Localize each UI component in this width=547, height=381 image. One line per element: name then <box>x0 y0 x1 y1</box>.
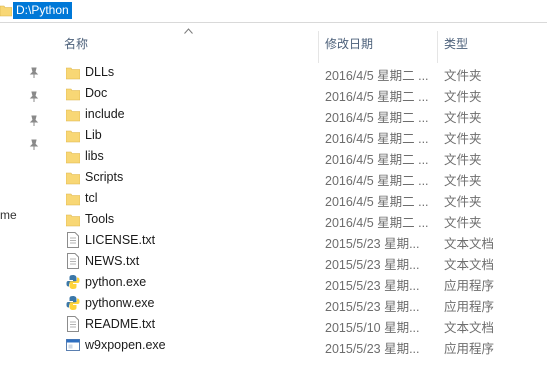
column-header-type[interactable]: 类型 <box>444 35 468 52</box>
pin-icon[interactable] <box>29 67 39 79</box>
column-divider[interactable] <box>318 31 319 63</box>
navigation-pane: me <box>0 23 46 381</box>
file-type: 应用程序 <box>444 279 495 293</box>
file-row[interactable]: python.exe 2015/5/23 星期... 应用程序 <box>46 272 547 293</box>
nav-item-label[interactable]: me <box>0 208 17 222</box>
file-row[interactable]: include 2016/4/5 星期二 ... 文件夹 <box>46 104 547 125</box>
file-date: 2015/5/10 星期... <box>325 321 420 335</box>
file-type: 文件夹 <box>444 174 482 188</box>
file-name: README.txt <box>85 317 156 331</box>
file-row[interactable]: Doc 2016/4/5 星期二 ... 文件夹 <box>46 83 547 104</box>
file-row[interactable]: Lib 2016/4/5 星期二 ... 文件夹 <box>46 125 547 146</box>
python-icon <box>66 296 80 310</box>
file-type: 文本文档 <box>444 258 495 272</box>
file-name: python.exe <box>85 275 147 289</box>
folder-icon <box>66 109 80 122</box>
folder-icon <box>66 67 80 80</box>
folder-icon <box>66 130 80 143</box>
file-date: 2015/5/23 星期... <box>325 258 420 272</box>
file-type: 文件夹 <box>444 111 482 125</box>
column-header: 名称 修改日期 类型 <box>46 23 547 63</box>
file-name: tcl <box>85 191 98 205</box>
file-date: 2016/4/5 星期二 ... <box>325 111 429 125</box>
file-date: 2016/4/5 星期二 ... <box>325 69 429 83</box>
file-name: DLLs <box>85 65 115 79</box>
pin-icon[interactable] <box>29 139 39 151</box>
file-type: 文本文档 <box>444 237 495 251</box>
file-type: 文件夹 <box>444 216 482 230</box>
file-type: 文件夹 <box>444 90 482 104</box>
file-date: 2016/4/5 星期二 ... <box>325 195 429 209</box>
folder-icon <box>66 214 80 227</box>
file-name: Scripts <box>85 170 124 184</box>
text-file-icon <box>67 232 79 248</box>
file-date: 2016/4/5 星期二 ... <box>325 132 429 146</box>
file-date: 2015/5/23 星期... <box>325 300 420 314</box>
file-date: 2015/5/23 星期... <box>325 279 420 293</box>
file-row[interactable]: DLLs 2016/4/5 星期二 ... 文件夹 <box>46 62 547 83</box>
file-name: LICENSE.txt <box>85 233 156 247</box>
file-row[interactable]: libs 2016/4/5 星期二 ... 文件夹 <box>46 146 547 167</box>
file-name: NEWS.txt <box>85 254 140 268</box>
text-file-icon <box>67 253 79 269</box>
folder-icon <box>66 172 80 185</box>
file-row[interactable]: Scripts 2016/4/5 星期二 ... 文件夹 <box>46 167 547 188</box>
file-name: Doc <box>85 86 108 100</box>
pin-icon[interactable] <box>29 91 39 103</box>
folder-icon <box>0 5 12 17</box>
column-header-date[interactable]: 修改日期 <box>325 35 373 52</box>
file-type: 文件夹 <box>444 195 482 209</box>
sort-ascending-icon <box>184 28 193 34</box>
file-name: libs <box>85 149 104 163</box>
file-type: 文件夹 <box>444 132 482 146</box>
file-name: w9xpopen.exe <box>85 338 166 352</box>
file-type: 文件夹 <box>444 153 482 167</box>
file-date: 2016/4/5 星期二 ... <box>325 90 429 104</box>
file-date: 2015/5/23 星期... <box>325 342 420 356</box>
address-bar[interactable]: D:\Python <box>0 0 547 23</box>
file-row[interactable]: NEWS.txt 2015/5/23 星期... 文本文档 <box>46 251 547 272</box>
exe-window-icon <box>66 339 80 351</box>
file-name: include <box>85 107 125 121</box>
folder-icon <box>66 88 80 101</box>
folder-icon <box>66 151 80 164</box>
file-date: 2015/5/23 星期... <box>325 237 420 251</box>
file-row[interactable]: tcl 2016/4/5 星期二 ... 文件夹 <box>46 188 547 209</box>
file-type: 文本文档 <box>444 321 495 335</box>
column-header-name[interactable]: 名称 <box>64 35 88 52</box>
file-type: 应用程序 <box>444 342 495 356</box>
file-date: 2016/4/5 星期二 ... <box>325 174 429 188</box>
pin-icon[interactable] <box>29 115 39 127</box>
file-row[interactable]: Tools 2016/4/5 星期二 ... 文件夹 <box>46 209 547 230</box>
file-row[interactable]: LICENSE.txt 2015/5/23 星期... 文本文档 <box>46 230 547 251</box>
address-path[interactable]: D:\Python <box>13 2 72 19</box>
file-row[interactable]: w9xpopen.exe 2015/5/23 星期... 应用程序 <box>46 335 547 356</box>
folder-icon <box>66 193 80 206</box>
file-type: 应用程序 <box>444 300 495 314</box>
python-icon <box>66 275 80 289</box>
file-row[interactable]: README.txt 2015/5/10 星期... 文本文档 <box>46 314 547 335</box>
file-name: Tools <box>85 212 115 226</box>
text-file-icon <box>67 316 79 332</box>
file-name: Lib <box>85 128 102 142</box>
file-type: 文件夹 <box>444 69 482 83</box>
file-name: pythonw.exe <box>85 296 155 310</box>
file-date: 2016/4/5 星期二 ... <box>325 153 429 167</box>
column-divider[interactable] <box>437 31 438 63</box>
file-date: 2016/4/5 星期二 ... <box>325 216 429 230</box>
file-row[interactable]: pythonw.exe 2015/5/23 星期... 应用程序 <box>46 293 547 314</box>
